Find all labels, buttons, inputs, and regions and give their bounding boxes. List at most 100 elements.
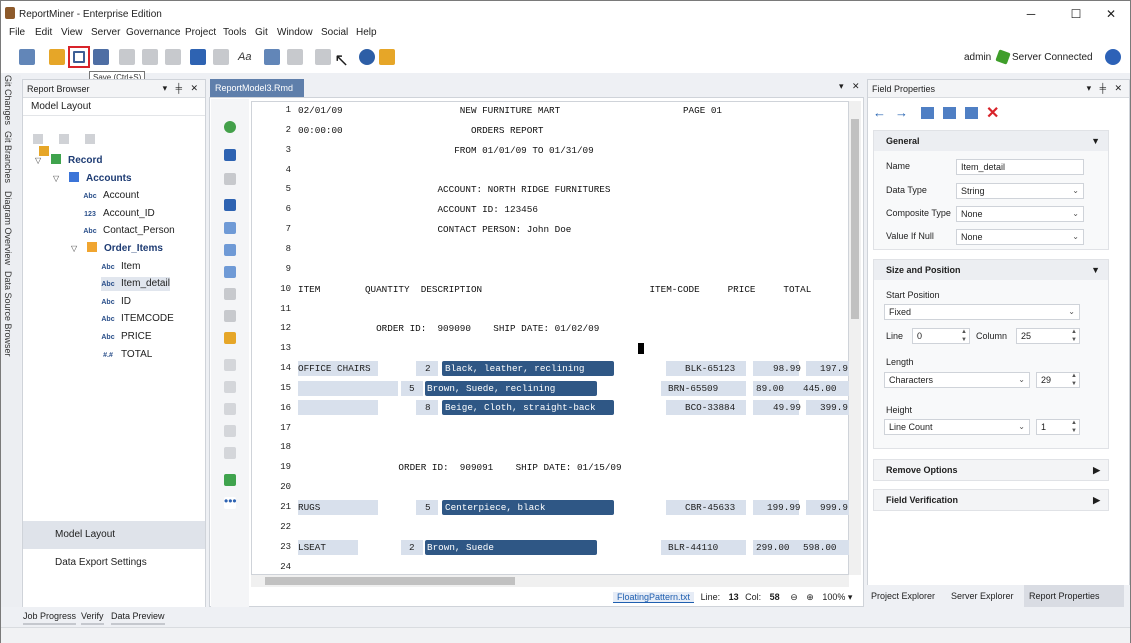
git-branches-tab[interactable]: Git Branches [3, 131, 13, 183]
collapse-icon[interactable]: ▽ [53, 174, 59, 183]
field-verification-header[interactable]: Field Verification ▶ [874, 490, 1108, 510]
model-layout-tab[interactable]: Model Layout [23, 98, 205, 116]
server-status[interactable]: Server Connected [1012, 52, 1093, 63]
expand-icon[interactable]: ▶ [1093, 490, 1100, 510]
length-stepper[interactable]: 29 ▲ ▼ [1036, 372, 1080, 388]
tree-node-account-id[interactable]: 123 Account_ID [83, 207, 155, 221]
open-folder-icon[interactable] [49, 49, 65, 65]
redo-icon[interactable] [224, 173, 236, 185]
tab-report-properties[interactable]: Report Properties [1024, 585, 1124, 607]
report-line-text[interactable]: ACCOUNT: NORTH RIDGE FURNITURES [298, 184, 610, 195]
tree-tool-icon[interactable] [84, 134, 95, 144]
preview-icon[interactable] [224, 288, 236, 300]
panel-controls[interactable]: ▾ ╪ ✕ [163, 83, 201, 94]
refresh-icon[interactable] [224, 121, 236, 133]
line-stepper[interactable]: 0 ▲ ▼ [912, 328, 970, 344]
tree-node-contact-person[interactable]: Abc Contact_Person [83, 224, 174, 238]
help-icon[interactable] [359, 49, 375, 65]
menu-social[interactable]: Social [321, 27, 348, 38]
menu-window[interactable]: Window [277, 27, 313, 38]
columns-icon[interactable] [921, 107, 934, 119]
remove-options-header[interactable]: Remove Options ▶ [874, 460, 1108, 480]
collapse-icon[interactable]: ▼ [1091, 260, 1100, 280]
tree-node-id[interactable]: Abc ID [101, 295, 131, 309]
order-icon[interactable] [224, 381, 236, 393]
name-input[interactable]: Item_detail [956, 159, 1084, 175]
menu-server[interactable]: Server [91, 27, 120, 38]
git-changes-tab[interactable]: Git Changes [3, 75, 13, 125]
more-icon[interactable]: ••• [224, 495, 237, 509]
report-line-text[interactable]: ORDER ID: 909091 SHIP DATE: 01/15/09 [298, 462, 621, 473]
report-line-text[interactable]: CONTACT PERSON: John Doe [298, 224, 571, 235]
report-line-text[interactable]: 02/01/09 NEW FURNITURE MART PAGE 01 [298, 105, 722, 116]
horizontal-scrollbar[interactable] [251, 575, 849, 587]
preview-icon[interactable] [379, 49, 395, 65]
report-line-text[interactable]: FROM 01/01/09 TO 01/31/09 [298, 145, 594, 156]
copy-icon[interactable] [142, 49, 158, 65]
scroll-thumb[interactable] [851, 119, 859, 319]
height-unit-select[interactable]: Line Count ⌄ [884, 419, 1030, 435]
close-button[interactable]: ✕ [1096, 4, 1126, 24]
tree-node-itemcode[interactable]: Abc ITEMCODE [101, 312, 173, 326]
verify-icon[interactable] [224, 474, 236, 486]
tree-node-price[interactable]: Abc PRICE [101, 330, 151, 344]
vertical-scrollbar[interactable] [849, 101, 861, 575]
export-icon[interactable] [315, 49, 331, 65]
height-stepper[interactable]: 1 ▲ ▼ [1036, 419, 1080, 435]
save-all-icon[interactable] [93, 49, 109, 65]
editor-tab[interactable]: ReportModel3.Rmd [210, 79, 304, 97]
tree-node-record[interactable]: Record [51, 154, 102, 168]
menu-git[interactable]: Git [255, 27, 268, 38]
menu-help[interactable]: Help [356, 27, 377, 38]
tab-job-progress[interactable]: Job Progress [23, 611, 77, 625]
find-icon[interactable] [224, 244, 236, 256]
spinner-icon[interactable]: ▲ ▼ [1071, 372, 1077, 388]
composite-type-select[interactable]: None ⌄ [956, 206, 1084, 222]
formula-icon[interactable] [224, 310, 236, 322]
collapse-icon[interactable]: ▽ [35, 156, 41, 165]
maximize-button[interactable]: ☐ [1061, 4, 1091, 24]
tree-node-item[interactable]: Abc Item [101, 260, 140, 274]
field-verification-group[interactable]: Field Verification ▶ [873, 489, 1109, 511]
arrow-left-icon[interactable]: ← [873, 105, 886, 120]
pattern-icon[interactable] [224, 222, 236, 234]
tab-verify[interactable]: Verify [81, 611, 104, 625]
file-link[interactable]: FloatingPattern.txt [613, 592, 695, 603]
tab-project-explorer[interactable]: Project Explorer [867, 585, 939, 607]
spinner-icon[interactable]: ▲ ▼ [961, 328, 967, 344]
report-line-text[interactable]: ITEM QUANTITY DESCRIPTION ITEM-CODE PRIC… [298, 284, 811, 295]
export-menu-icon[interactable] [39, 146, 49, 156]
paste-icon[interactable] [165, 49, 181, 65]
binoculars-icon[interactable] [224, 199, 236, 211]
export-icon[interactable] [224, 332, 236, 344]
tab-data-preview[interactable]: Data Preview [111, 611, 165, 625]
model-layout-button[interactable]: Model Layout [23, 521, 205, 549]
column-stepper[interactable]: 25 ▲ ▼ [1016, 328, 1080, 344]
cut-icon[interactable] [119, 49, 135, 65]
expand-icon[interactable]: ▶ [1093, 460, 1100, 480]
chart-icon[interactable] [224, 266, 236, 278]
data-source-browser-tab[interactable]: Data Source Browser [3, 271, 13, 357]
redo-icon[interactable] [213, 49, 229, 65]
chat-icon[interactable] [1105, 49, 1121, 65]
delete-icon[interactable]: ✕ [986, 103, 999, 123]
tab-server-explorer[interactable]: Server Explorer [947, 585, 1018, 607]
report-line-text[interactable]: 00:00:00 ORDERS REPORT [298, 125, 543, 136]
menu-view[interactable]: View [61, 27, 83, 38]
font-icon[interactable]: Aa [238, 49, 254, 65]
columns-icon[interactable] [943, 107, 956, 119]
panel-controls[interactable]: ▾ ╪ ✕ [1087, 83, 1125, 94]
arrow-right-icon[interactable]: → [895, 105, 908, 120]
collapse-icon[interactable]: ▼ [1091, 131, 1100, 151]
start-position-select[interactable]: Fixed ⌄ [884, 304, 1080, 320]
diagram-overview-tab[interactable]: Diagram Overview [3, 191, 13, 265]
menu-edit[interactable]: Edit [35, 27, 52, 38]
data-type-select[interactable]: String ⌄ [956, 183, 1084, 199]
bracket-icon[interactable] [224, 447, 236, 459]
tree-node-account[interactable]: Abc Account [83, 189, 139, 203]
tree-node-accounts[interactable]: Accounts [69, 172, 132, 186]
columns-icon[interactable] [965, 107, 978, 119]
new-project-icon[interactable] [19, 49, 35, 65]
undo-icon[interactable] [190, 49, 206, 65]
value-if-null-select[interactable]: None ⌄ [956, 229, 1084, 245]
